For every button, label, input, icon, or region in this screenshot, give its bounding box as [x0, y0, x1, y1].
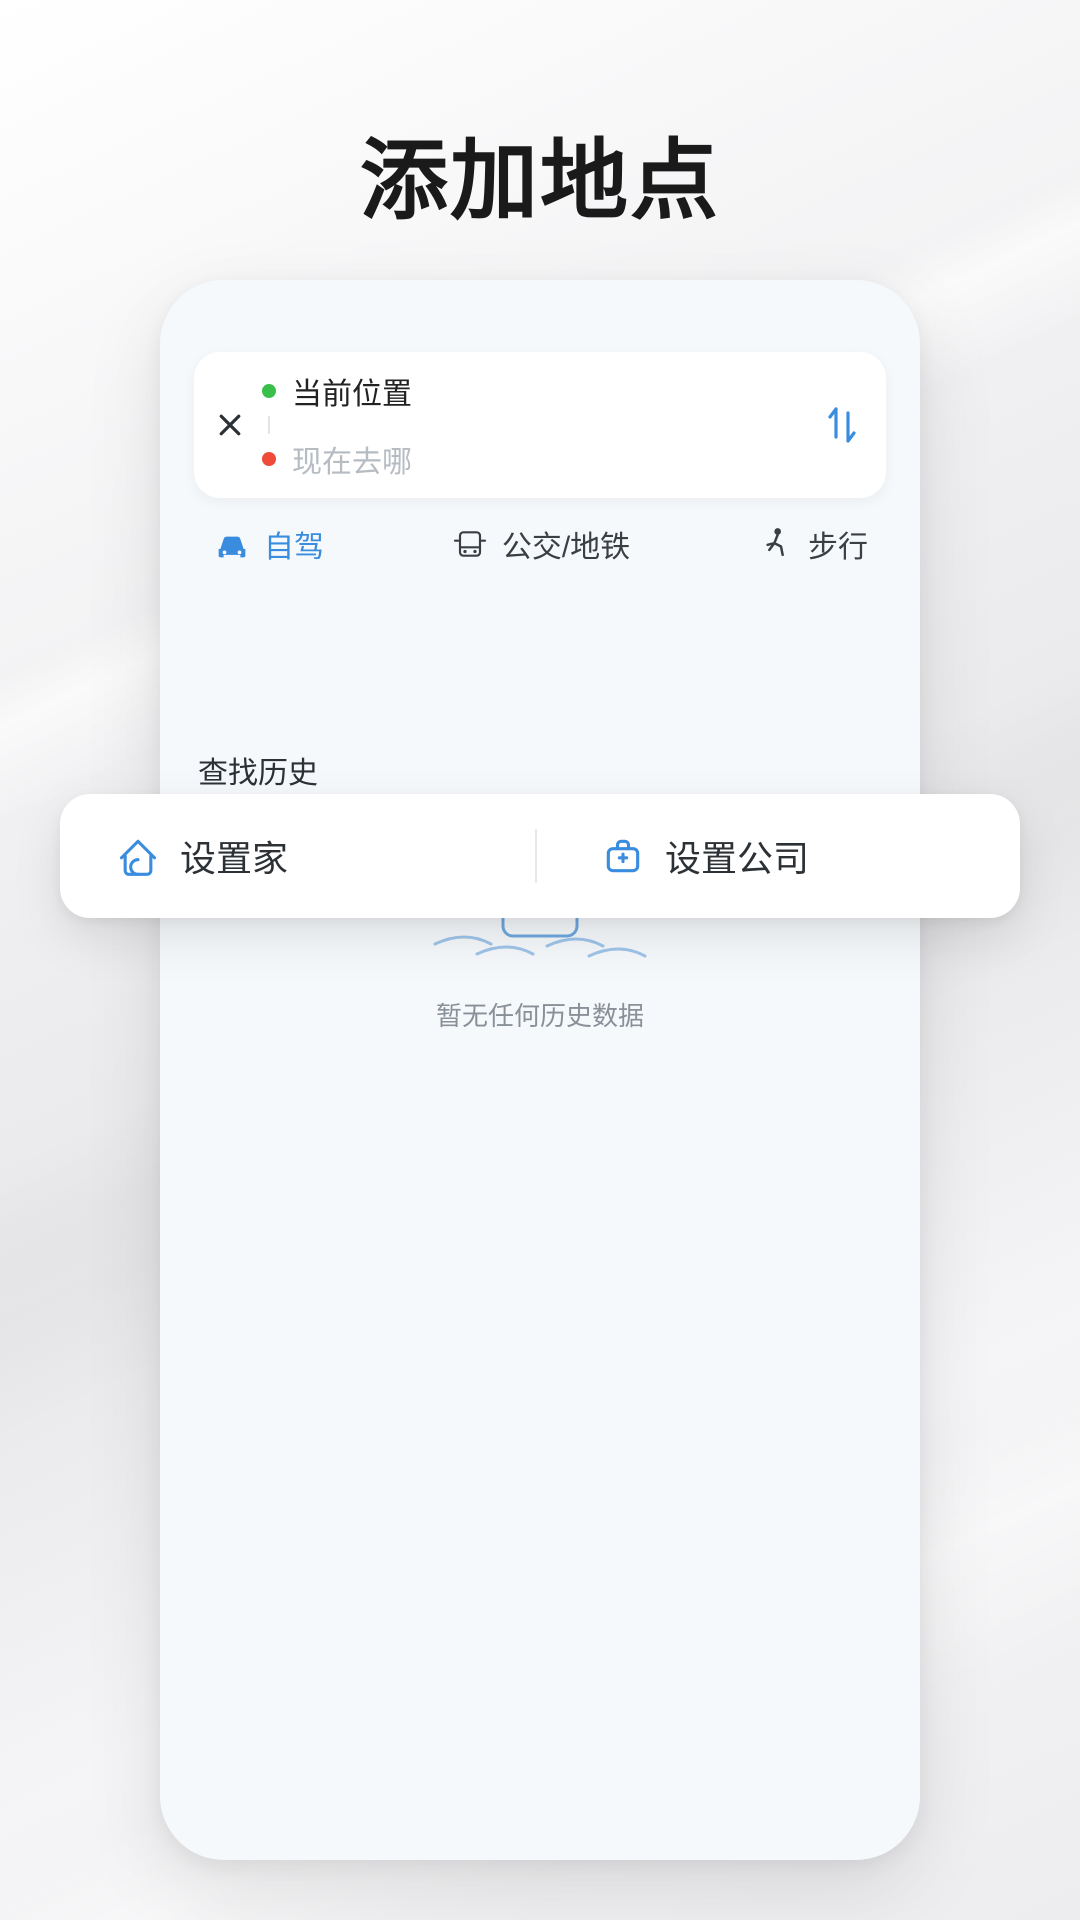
- start-location-label: 当前位置: [292, 369, 412, 413]
- route-search-card: 当前位置 现在去哪: [194, 352, 886, 498]
- quick-set-card: 设置家 设置公司: [60, 794, 1020, 918]
- set-company-label: 设置公司: [665, 830, 809, 882]
- destination-field[interactable]: 现在去哪: [262, 434, 806, 484]
- phone-frame: 当前位置 现在去哪 自驾: [160, 280, 920, 1860]
- mode-walk[interactable]: 步行: [756, 522, 868, 566]
- briefcase-icon: [601, 834, 645, 878]
- set-company-button[interactable]: 设置公司: [537, 830, 1020, 882]
- route-fields: 当前位置 现在去哪: [258, 360, 814, 490]
- close-button[interactable]: [202, 360, 258, 490]
- car-icon: [212, 524, 252, 564]
- mode-drive-label: 自驾: [264, 522, 324, 566]
- dest-dot-icon: [262, 452, 276, 466]
- swap-button[interactable]: [814, 360, 870, 490]
- transport-modes: 自驾 公交/地铁 步行: [194, 522, 886, 566]
- destination-placeholder: 现在去哪: [292, 437, 412, 481]
- bus-icon: [450, 524, 490, 564]
- mode-transit[interactable]: 公交/地铁: [450, 522, 630, 566]
- walk-icon: [756, 524, 796, 564]
- empty-history-text: 暂无任何历史数据: [198, 996, 882, 1033]
- home-icon: [116, 834, 160, 878]
- mode-transit-label: 公交/地铁: [502, 522, 630, 566]
- close-icon: [215, 410, 245, 440]
- field-connector: [262, 416, 276, 434]
- swap-icon: [822, 403, 862, 447]
- start-dot-icon: [262, 384, 276, 398]
- mode-drive[interactable]: 自驾: [212, 522, 324, 566]
- set-home-label: 设置家: [180, 830, 288, 882]
- start-location-field[interactable]: 当前位置: [262, 366, 806, 416]
- history-title: 查找历史: [198, 748, 882, 792]
- page-title: 添加地点: [0, 110, 1080, 237]
- mode-walk-label: 步行: [808, 522, 868, 566]
- set-home-button[interactable]: 设置家: [60, 830, 535, 882]
